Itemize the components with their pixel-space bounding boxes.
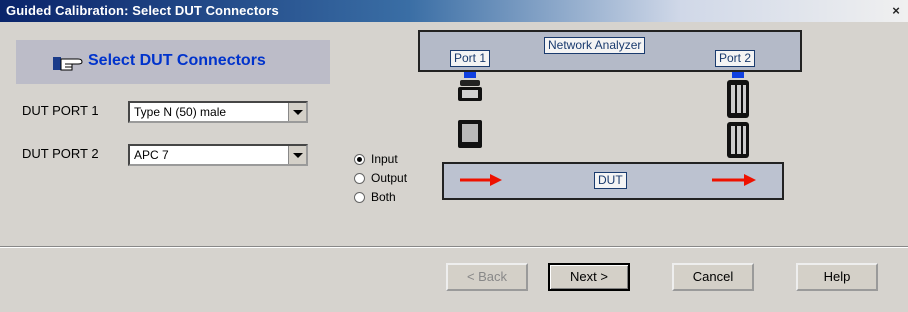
radio-both-button[interactable] [354, 191, 365, 203]
dialog-window: Guided Calibration: Select DUT Connector… [0, 0, 908, 312]
radio-output-button[interactable] [354, 172, 365, 184]
dut-port-2-value: APC 7 [134, 148, 169, 162]
port-1-connector-face [462, 124, 478, 142]
network-analyzer-label: Network Analyzer [544, 37, 646, 54]
radio-input-label: Input [371, 152, 398, 166]
dut-port-1-value: Type N (50) male [134, 105, 227, 119]
window-title: Guided Calibration: Select DUT Connector… [6, 3, 279, 18]
port-1-adapter-top [460, 80, 480, 86]
button-separator [0, 246, 908, 248]
dut-port-2-select[interactable]: APC 7 [128, 144, 308, 166]
dut-port-1-select[interactable]: Type N (50) male [128, 101, 308, 123]
port-2-indicator [732, 72, 744, 78]
header-panel: Select DUT Connectors [16, 40, 330, 84]
connectors-diagram [458, 72, 749, 158]
port-1-adapter-ring [462, 90, 478, 98]
radio-input-button[interactable] [354, 153, 365, 165]
header-title: Select DUT Connectors [88, 52, 266, 69]
pointing-hand-icon [53, 57, 83, 71]
port-1-indicator [464, 72, 476, 78]
arrow-right-icon [712, 174, 756, 186]
port-1-label: Port 1 [450, 50, 491, 67]
next-button[interactable]: Next > [548, 263, 630, 291]
radio-output[interactable]: Output [354, 171, 407, 185]
radio-input[interactable]: Input [354, 152, 398, 166]
radio-both-label: Both [371, 190, 396, 204]
chevron-down-icon[interactable] [288, 103, 306, 121]
back-button[interactable]: < Back [446, 263, 528, 291]
dut-port-1-label: DUT PORT 1 [22, 103, 99, 118]
cancel-button[interactable]: Cancel [672, 263, 754, 291]
arrow-right-icon [460, 174, 502, 186]
chevron-down-icon[interactable] [288, 146, 306, 164]
dut-label: DUT [594, 172, 627, 189]
help-button[interactable]: Help [796, 263, 878, 291]
title-bar: Guided Calibration: Select DUT Connector… [0, 0, 908, 22]
dut-port-2-label: DUT PORT 2 [22, 146, 99, 161]
radio-both[interactable]: Both [354, 190, 396, 204]
radio-output-label: Output [371, 171, 408, 185]
close-button[interactable]: × [888, 3, 904, 18]
port-2-label: Port 2 [715, 50, 756, 67]
